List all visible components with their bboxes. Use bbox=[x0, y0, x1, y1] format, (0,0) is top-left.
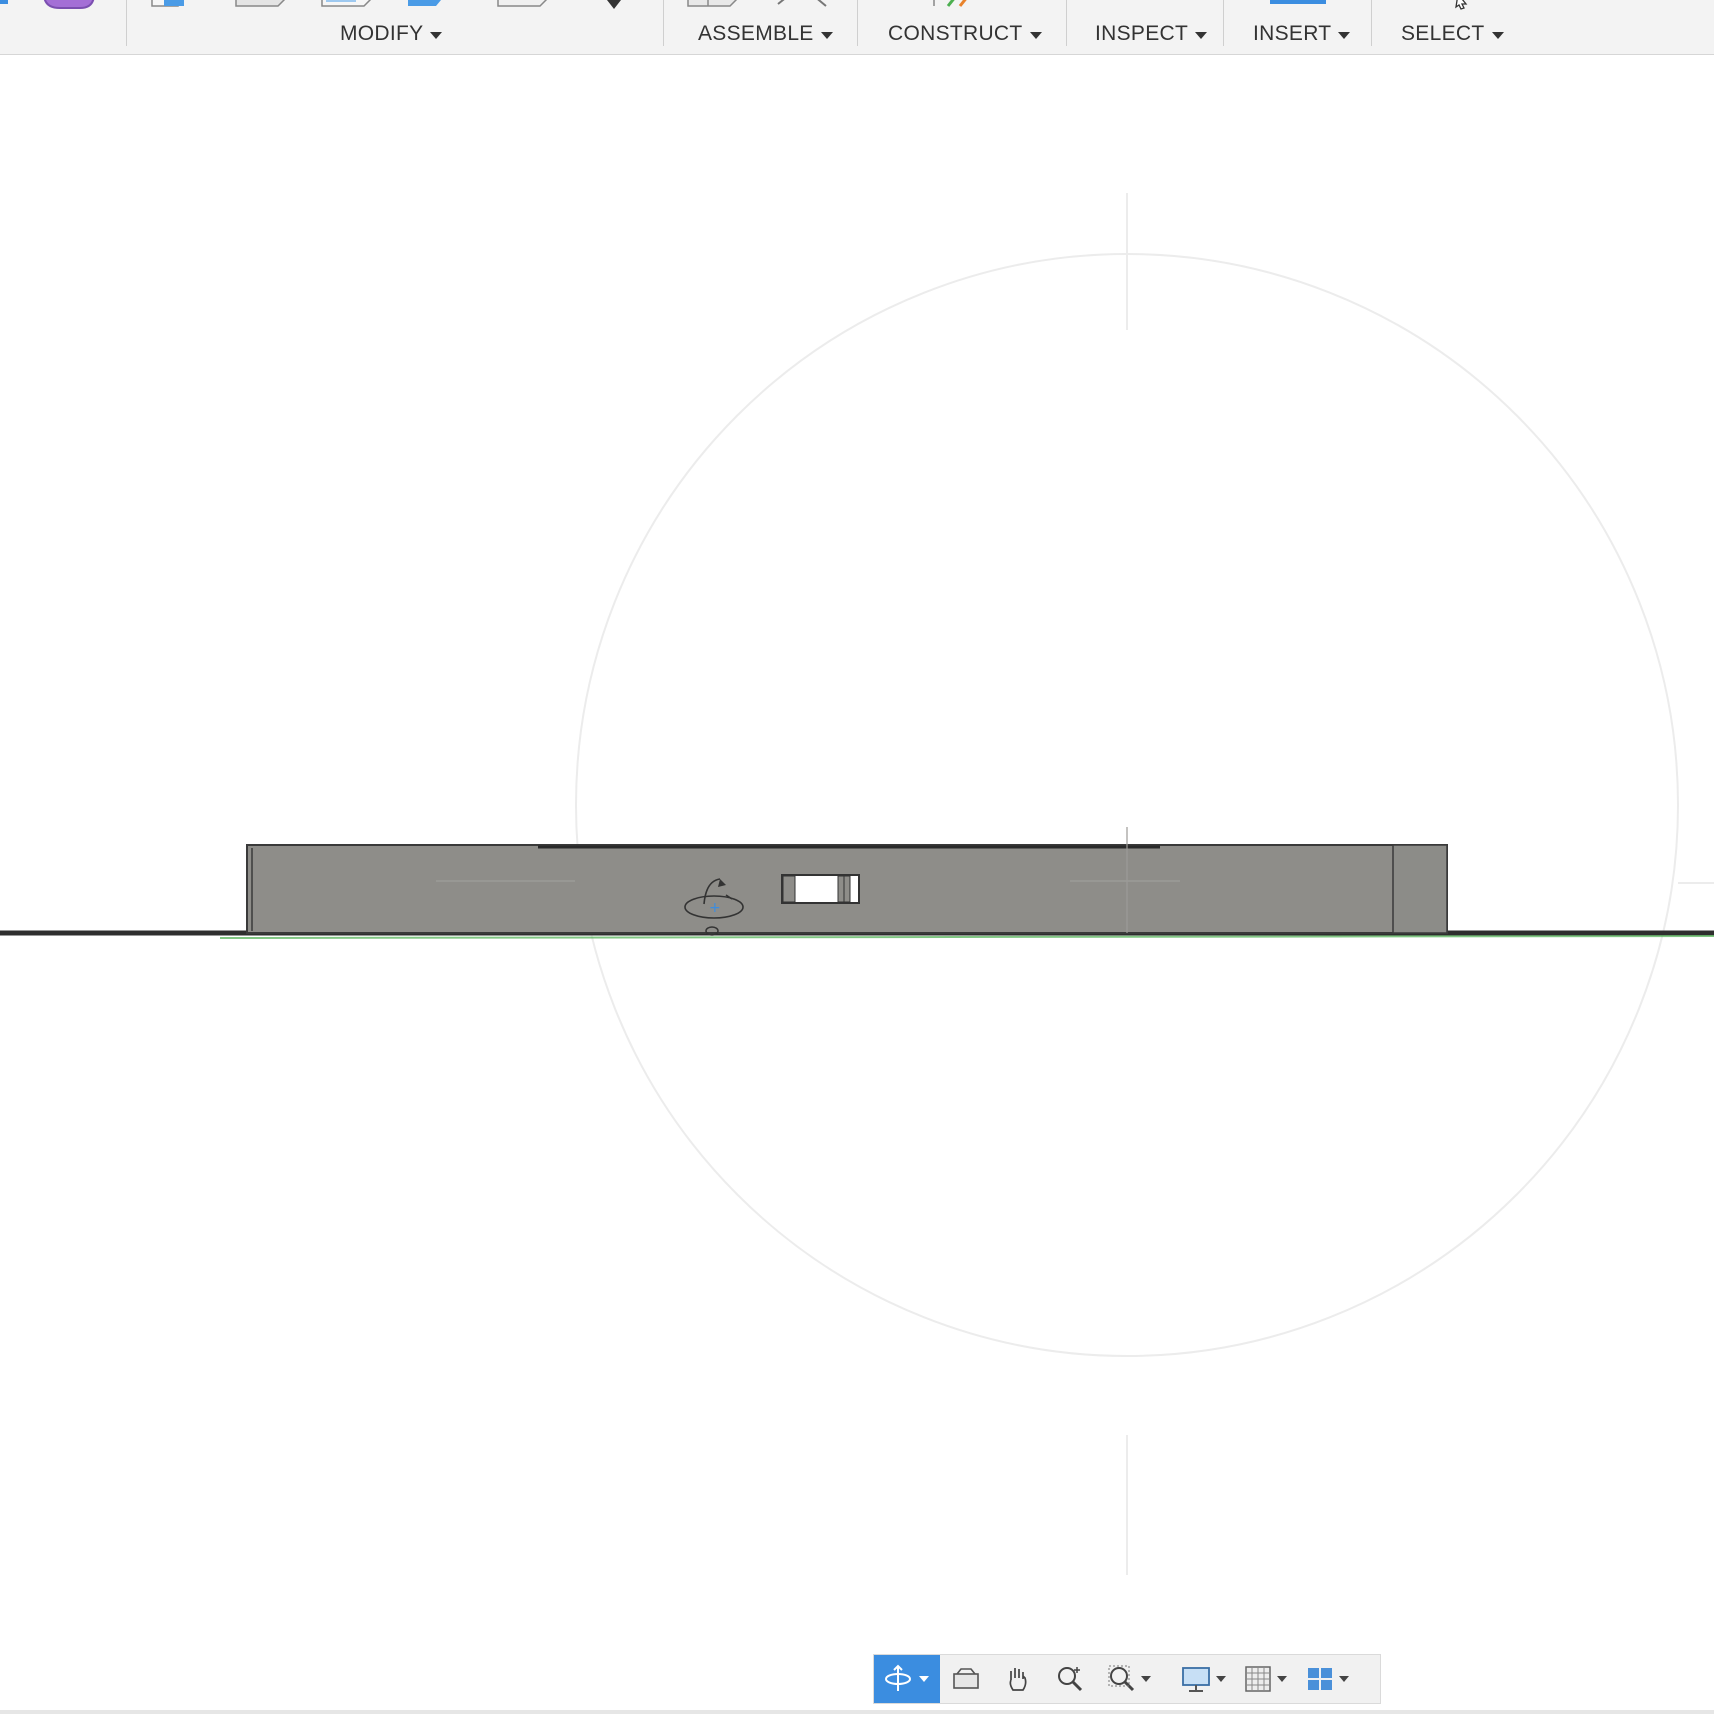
look-at-icon bbox=[953, 1668, 979, 1689]
pan-icon bbox=[1009, 1668, 1027, 1691]
chevron-down-icon bbox=[1491, 31, 1504, 39]
pan-button[interactable] bbox=[992, 1655, 1044, 1703]
grid-snaps-icon bbox=[1245, 1666, 1271, 1692]
viewports-button[interactable] bbox=[1296, 1655, 1358, 1703]
look-at-button[interactable] bbox=[940, 1655, 992, 1703]
chevron-down-icon bbox=[430, 31, 443, 39]
zoom-button[interactable] bbox=[1044, 1655, 1096, 1703]
assemble-menu[interactable]: ASSEMBLE bbox=[698, 20, 833, 48]
more-modify-icon[interactable] bbox=[496, 0, 556, 14]
model-body[interactable] bbox=[246, 827, 1448, 934]
chevron-down-icon bbox=[1338, 31, 1351, 39]
viewports-icon bbox=[1308, 1668, 1332, 1690]
fillet-icon[interactable] bbox=[234, 0, 294, 14]
modify-menu-label: MODIFY bbox=[340, 22, 424, 45]
combine-icon[interactable] bbox=[40, 0, 100, 14]
modify-menu[interactable]: MODIFY bbox=[340, 20, 443, 48]
more-dropdown-icon[interactable] bbox=[604, 0, 624, 14]
select-cursor-icon[interactable] bbox=[1450, 0, 1480, 14]
toolbar-separator bbox=[1371, 0, 1372, 46]
chevron-down-icon bbox=[1195, 31, 1208, 39]
chevron-down-icon[interactable] bbox=[919, 1676, 929, 1682]
inspect-menu-label: INSPECT bbox=[1095, 22, 1189, 45]
toolbar-separator bbox=[857, 0, 858, 46]
chevron-down-icon[interactable] bbox=[1216, 1676, 1226, 1682]
chevron-down-icon bbox=[820, 31, 833, 39]
select-menu[interactable]: SELECT bbox=[1401, 20, 1504, 48]
joint-icon[interactable] bbox=[774, 0, 834, 14]
orbit-button[interactable] bbox=[874, 1655, 940, 1703]
zoom-window-icon bbox=[1108, 1665, 1135, 1692]
toolbar-separator bbox=[1066, 0, 1067, 46]
display-settings-icon bbox=[1182, 1667, 1210, 1692]
shell-icon[interactable] bbox=[320, 0, 380, 14]
toolbar-separator bbox=[663, 0, 664, 46]
slot-feature[interactable] bbox=[781, 874, 860, 904]
canvas-viewport[interactable]: + bbox=[0, 55, 1714, 1714]
select-menu-label: SELECT bbox=[1401, 22, 1485, 45]
zoom-icon bbox=[1058, 1667, 1083, 1692]
insert-icon[interactable] bbox=[1268, 0, 1328, 14]
toolbar-separator bbox=[1223, 0, 1224, 46]
navigation-toolbar bbox=[873, 1654, 1381, 1704]
grid-snaps-button[interactable] bbox=[1234, 1655, 1296, 1703]
viewport-scene: + bbox=[0, 193, 1714, 1575]
scale-icon[interactable] bbox=[406, 0, 456, 14]
status-strip bbox=[0, 1710, 1714, 1714]
assemble-menu-label: ASSEMBLE bbox=[698, 22, 814, 45]
solid-body-icon[interactable] bbox=[0, 0, 40, 14]
construct-menu-label: CONSTRUCT bbox=[888, 22, 1023, 45]
new-component-icon[interactable] bbox=[686, 0, 746, 14]
svg-text:+: + bbox=[709, 900, 721, 916]
chevron-down-icon[interactable] bbox=[1339, 1676, 1349, 1682]
display-settings-button[interactable] bbox=[1172, 1655, 1234, 1703]
zoom-window-button[interactable] bbox=[1096, 1655, 1162, 1703]
chevron-down-icon[interactable] bbox=[1277, 1676, 1287, 1682]
insert-menu-label: INSERT bbox=[1253, 22, 1332, 45]
chevron-down-icon bbox=[1029, 31, 1042, 39]
insert-menu[interactable]: INSERT bbox=[1253, 20, 1351, 48]
orbit-guide-circle bbox=[575, 253, 1679, 1357]
toolbar-separator bbox=[126, 0, 127, 46]
press-pull-icon[interactable] bbox=[150, 0, 200, 14]
offset-plane-icon[interactable] bbox=[930, 0, 980, 14]
toolbar: MODIFY ASSEMBLE CONSTRUCT INSPECT INSERT bbox=[0, 0, 1714, 55]
x-axis-line bbox=[219, 935, 1714, 939]
inspect-menu[interactable]: INSPECT bbox=[1095, 20, 1208, 48]
orbit-icon bbox=[885, 1664, 911, 1691]
construct-menu[interactable]: CONSTRUCT bbox=[888, 20, 1042, 48]
chevron-down-icon[interactable] bbox=[1141, 1676, 1151, 1682]
